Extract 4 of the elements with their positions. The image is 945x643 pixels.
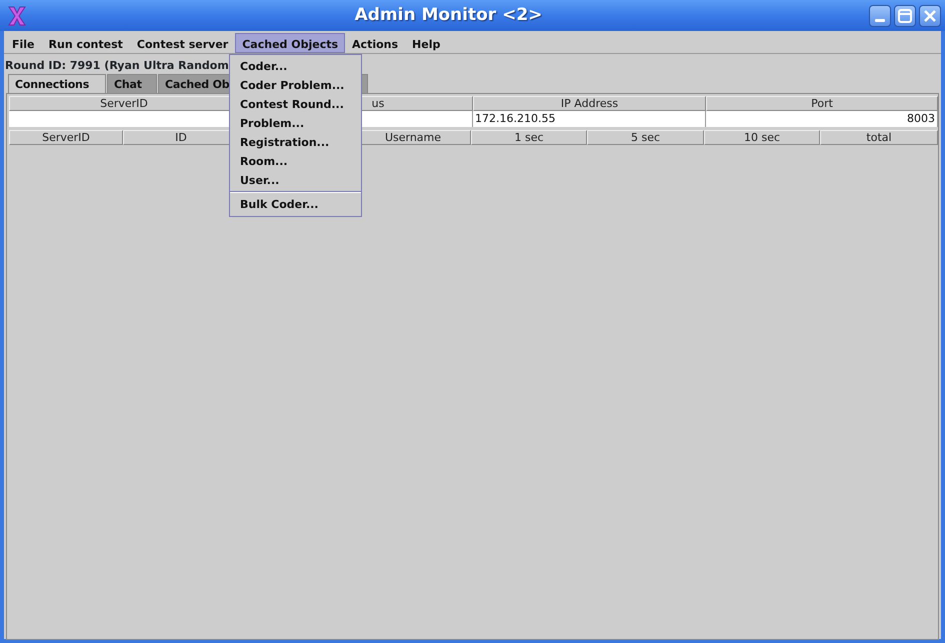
- table-cell: 8003: [706, 111, 938, 127]
- window-title: Admin Monitor <2>: [354, 4, 542, 27]
- round-info: Round ID: 7991 (Ryan Ultra Random: [5, 59, 229, 72]
- table-cell: 172.16.210.55: [473, 111, 706, 127]
